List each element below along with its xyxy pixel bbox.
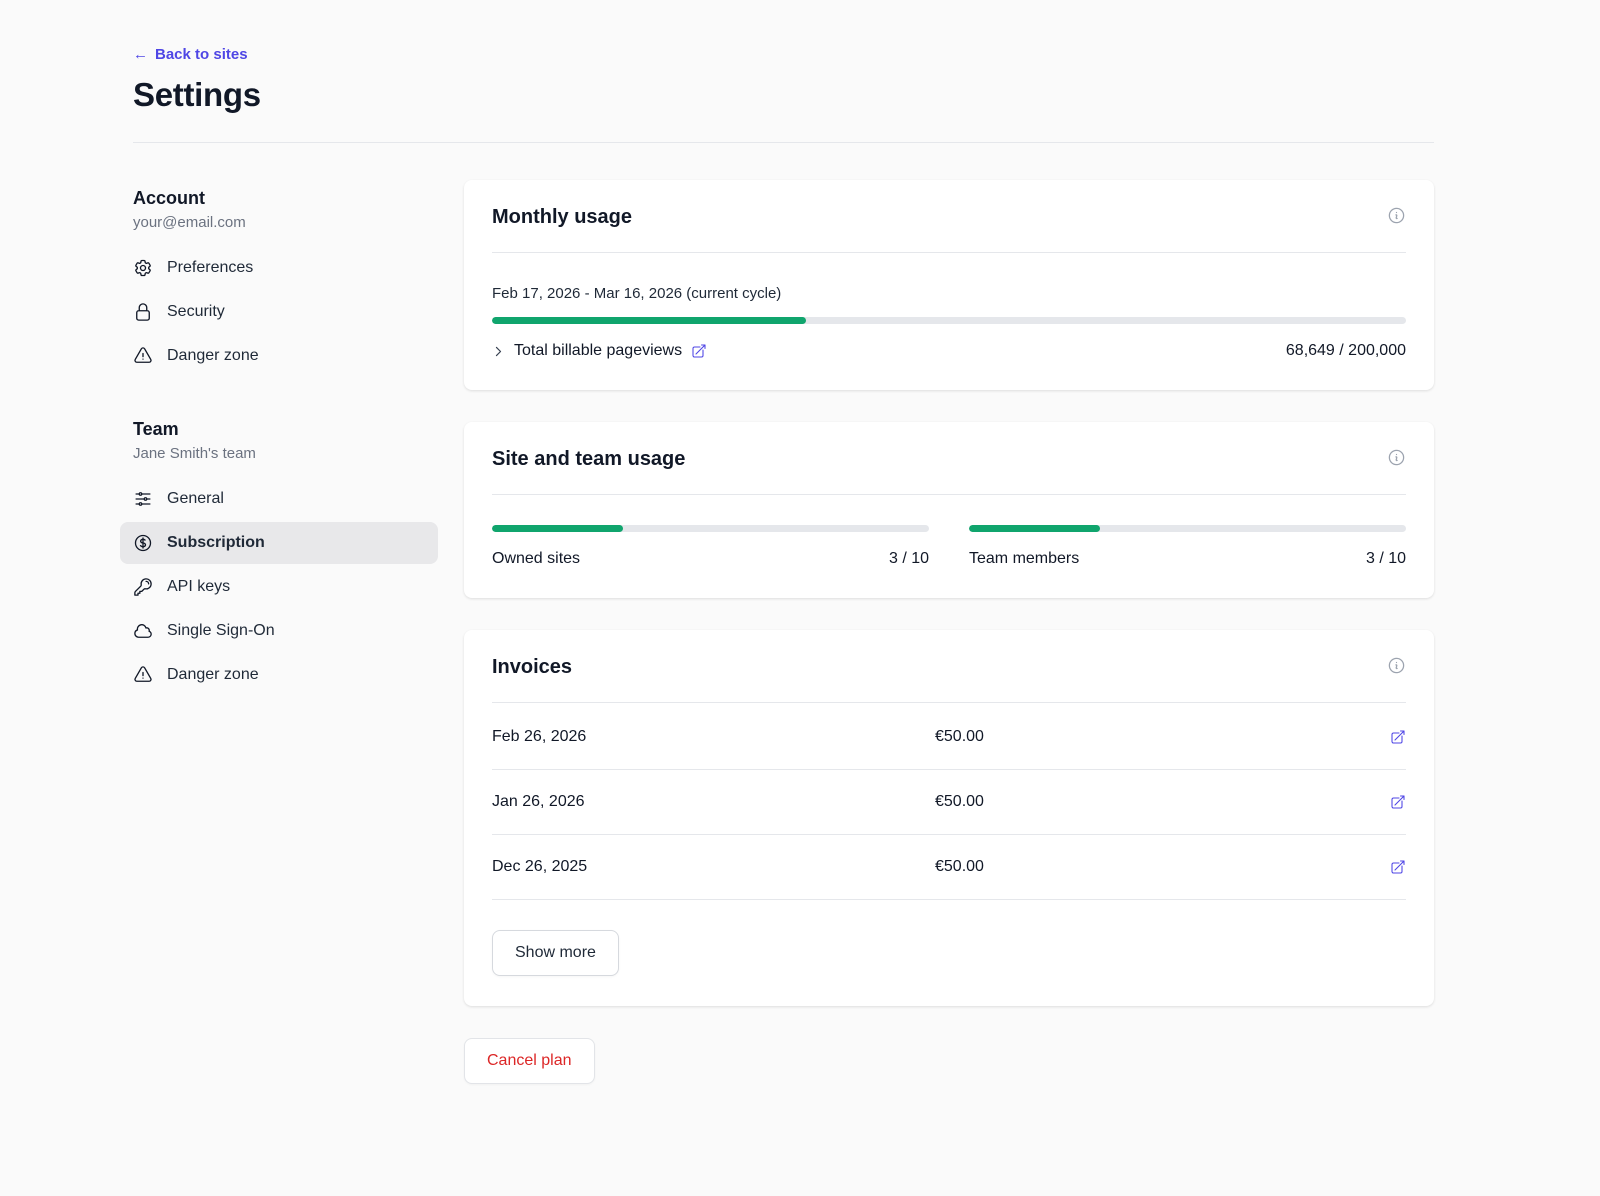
back-arrow-icon: ← xyxy=(133,46,148,63)
lock-icon xyxy=(133,302,153,322)
key-icon xyxy=(133,577,153,597)
owned-sites-value: 3 / 10 xyxy=(889,550,929,568)
card-divider xyxy=(492,702,1406,703)
gear-icon xyxy=(133,258,153,278)
sidebar-item-general[interactable]: General xyxy=(120,478,438,520)
sidebar-item-label: Subscription xyxy=(167,534,265,552)
team-members-meter: Team members 3 / 10 xyxy=(969,525,1406,568)
info-icon[interactable] xyxy=(1387,448,1406,467)
usage-meters: Owned sites 3 / 10 Team members 3 / 10 xyxy=(492,525,1406,568)
invoice-amount: €50.00 xyxy=(935,728,1378,746)
sidebar-item-security[interactable]: Security xyxy=(120,291,438,333)
sidebar-item-label: Danger zone xyxy=(167,347,259,365)
sidebar-item-label: Security xyxy=(167,303,225,321)
dollar-circle-icon xyxy=(133,533,153,553)
invoice-date: Dec 26, 2025 xyxy=(492,858,935,876)
account-section-heading: Account xyxy=(133,188,438,209)
page-title: Settings xyxy=(133,76,1434,114)
pageviews-row: Total billable pageviews 68,649 / 200,00… xyxy=(492,342,1406,360)
pageviews-label: Total billable pageviews xyxy=(514,342,682,360)
invoice-date: Feb 26, 2026 xyxy=(492,728,935,746)
invoices-card: Invoices Feb 26, 2026 €50.00 Jan 26, 202… xyxy=(464,630,1434,1006)
warning-triangle-icon xyxy=(133,346,153,366)
owned-sites-meter: Owned sites 3 / 10 xyxy=(492,525,929,568)
team-section-heading: Team xyxy=(133,419,438,440)
header-divider xyxy=(133,142,1434,143)
card-divider xyxy=(492,494,1406,495)
invoice-row: Dec 26, 2025 €50.00 xyxy=(492,835,1406,900)
sidebar-item-label: General xyxy=(167,490,224,508)
sidebar-item-label: API keys xyxy=(167,578,230,596)
content-area: Account your@email.com Preferences Secur… xyxy=(133,180,1434,1084)
cloud-icon xyxy=(133,621,153,641)
monthly-usage-card: Monthly usage Feb 17, 2026 - Mar 16, 202… xyxy=(464,180,1434,390)
info-icon[interactable] xyxy=(1387,656,1406,675)
billing-cycle-label: Feb 17, 2026 - Mar 16, 2026 (current cyc… xyxy=(492,285,1406,302)
back-to-sites-link[interactable]: ← Back to sites xyxy=(133,46,248,63)
team-name: Jane Smith's team xyxy=(133,445,438,462)
invoices-title: Invoices xyxy=(492,656,572,679)
team-members-value: 3 / 10 xyxy=(1366,550,1406,568)
sidebar-section-account: Account your@email.com Preferences Secur… xyxy=(133,188,438,377)
sidebar-item-label: Single Sign-On xyxy=(167,622,275,640)
settings-sidebar: Account your@email.com Preferences Secur… xyxy=(133,180,438,698)
owned-sites-label: Owned sites xyxy=(492,550,580,568)
sidebar-item-subscription[interactable]: Subscription xyxy=(120,522,438,564)
page-header: ← Back to sites Settings xyxy=(133,46,1434,114)
invoice-date: Jan 26, 2026 xyxy=(492,793,935,811)
sidebar-item-single-sign-on[interactable]: Single Sign-On xyxy=(120,610,438,652)
pageviews-progressbar xyxy=(492,317,1406,324)
pageviews-expander[interactable]: Total billable pageviews xyxy=(492,342,707,360)
invoice-amount: €50.00 xyxy=(935,793,1378,811)
monthly-usage-title: Monthly usage xyxy=(492,206,632,229)
show-more-button[interactable]: Show more xyxy=(492,930,619,976)
invoice-row: Jan 26, 2026 €50.00 xyxy=(492,770,1406,835)
account-email: your@email.com xyxy=(133,214,438,231)
team-members-progressbar xyxy=(969,525,1406,532)
card-divider xyxy=(492,252,1406,253)
invoice-list: Feb 26, 2026 €50.00 Jan 26, 2026 €50.00 … xyxy=(492,705,1406,900)
sidebar-item-label: Preferences xyxy=(167,259,253,277)
chevron-right-icon xyxy=(492,345,505,358)
pageviews-progressbar-fill xyxy=(492,317,806,324)
cancel-plan-button[interactable]: Cancel plan xyxy=(464,1038,595,1084)
settings-main: Monthly usage Feb 17, 2026 - Mar 16, 202… xyxy=(464,180,1434,1084)
external-link-icon[interactable] xyxy=(1390,859,1406,875)
pageviews-value: 68,649 / 200,000 xyxy=(1286,342,1406,360)
sidebar-item-account-danger-zone[interactable]: Danger zone xyxy=(120,335,438,377)
site-team-usage-title: Site and team usage xyxy=(492,448,685,471)
settings-page: ← Back to sites Settings Account your@em… xyxy=(0,0,1600,1124)
back-link-label: Back to sites xyxy=(155,46,248,63)
warning-triangle-icon xyxy=(133,665,153,685)
owned-sites-progressbar-fill xyxy=(492,525,623,532)
external-link-icon[interactable] xyxy=(1390,794,1406,810)
sidebar-item-label: Danger zone xyxy=(167,666,259,684)
sidebar-item-preferences[interactable]: Preferences xyxy=(120,247,438,289)
external-link-icon[interactable] xyxy=(691,343,707,359)
invoice-amount: €50.00 xyxy=(935,858,1378,876)
external-link-icon[interactable] xyxy=(1390,729,1406,745)
sidebar-section-team: Team Jane Smith's team General Subscript… xyxy=(133,419,438,696)
team-members-progressbar-fill xyxy=(969,525,1100,532)
sidebar-item-team-danger-zone[interactable]: Danger zone xyxy=(120,654,438,696)
site-team-usage-card: Site and team usage Owned sites 3 / 10 xyxy=(464,422,1434,598)
sliders-icon xyxy=(133,489,153,509)
info-icon[interactable] xyxy=(1387,206,1406,225)
sidebar-item-api-keys[interactable]: API keys xyxy=(120,566,438,608)
invoice-row: Feb 26, 2026 €50.00 xyxy=(492,705,1406,770)
team-members-label: Team members xyxy=(969,550,1079,568)
owned-sites-progressbar xyxy=(492,525,929,532)
